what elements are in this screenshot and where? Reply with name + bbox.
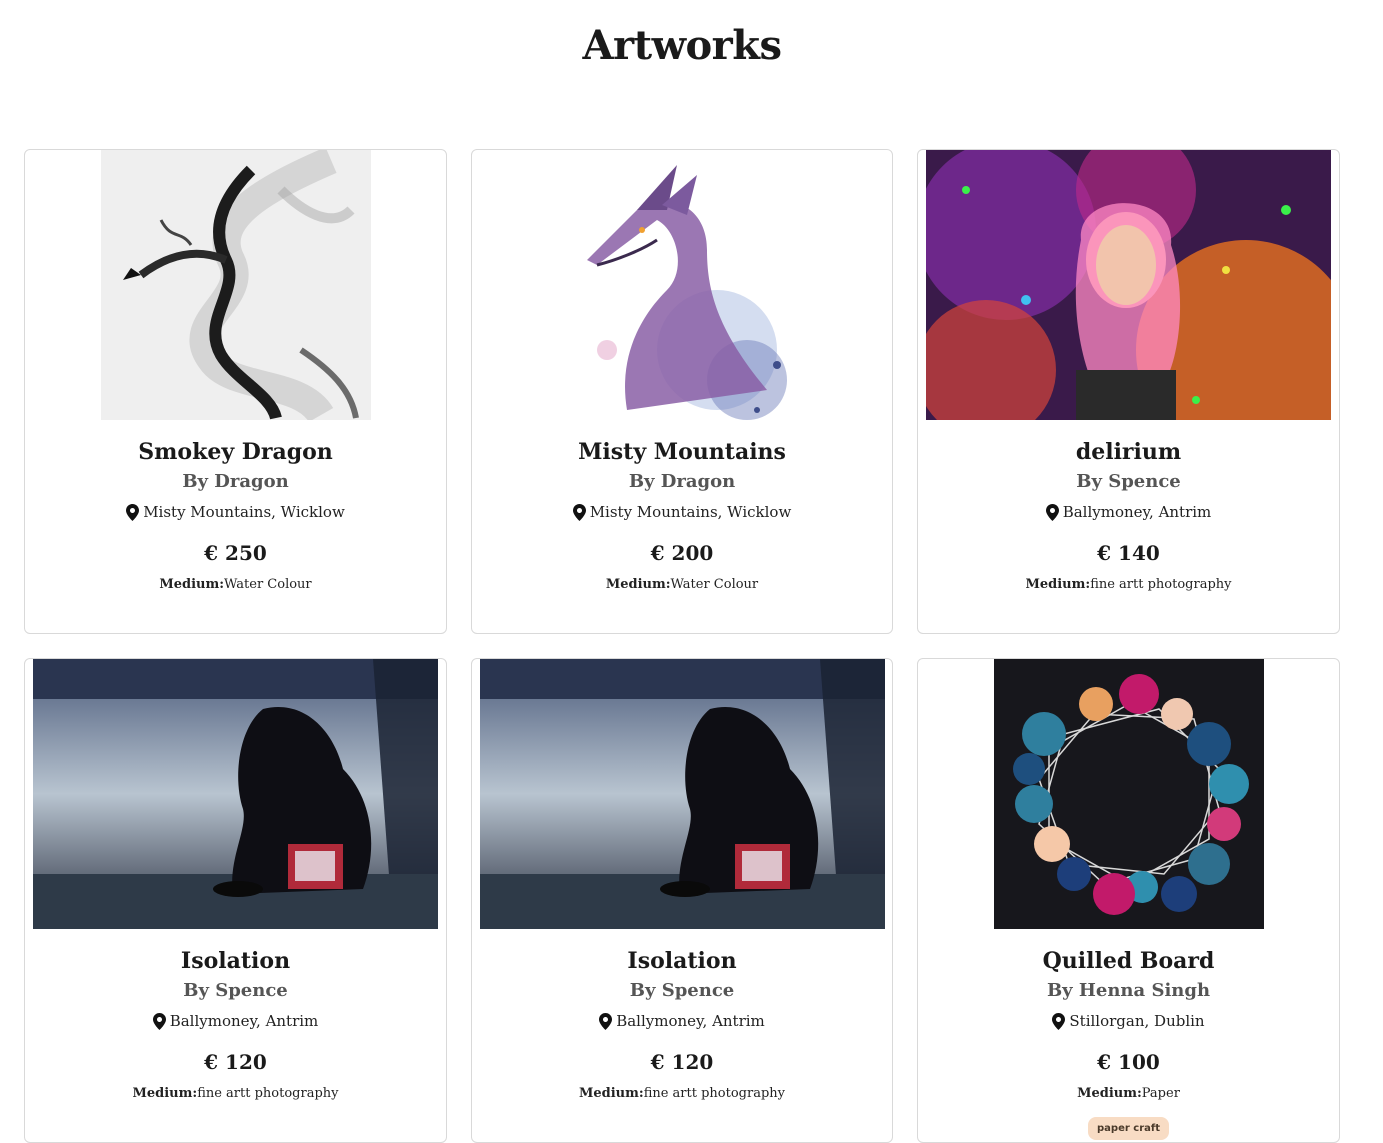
- artwork-price: € 250: [204, 541, 267, 565]
- artwork-medium: Medium:Water Colour: [472, 576, 892, 594]
- artwork-title[interactable]: Isolation: [472, 947, 892, 975]
- medium-label: Medium:: [578, 1086, 644, 1101]
- artwork-medium: Medium:fine artt photography: [918, 576, 1339, 594]
- location-pin-icon: [1045, 503, 1059, 521]
- page-title: Artworks: [582, 22, 782, 69]
- location-text: Ballymoney, Antrim: [616, 1012, 765, 1030]
- medium-value: Paper: [1141, 1086, 1180, 1101]
- artwork-artist: By Spence: [183, 980, 288, 1001]
- location-pin-icon: [126, 503, 140, 521]
- artwork-card[interactable]: Quilled Board By Henna Singh Stillorgan,…: [917, 658, 1340, 1143]
- location-text: Ballymoney, Antrim: [1062, 503, 1212, 521]
- location-pin-icon: [1052, 1012, 1066, 1030]
- location-text: Misty Mountains, Wicklow: [143, 503, 345, 521]
- medium-label: Medium:: [159, 577, 225, 592]
- tag-badge[interactable]: paper craft: [1088, 1117, 1169, 1140]
- artwork-location: Ballymoney, Antrim: [918, 502, 1339, 522]
- psychedelic-portrait-image[interactable]: [926, 150, 1331, 420]
- artwork-card[interactable]: Isolation By Spence Ballymoney, Antrim €…: [24, 658, 447, 1143]
- artwork-artist: By Dragon: [182, 471, 289, 492]
- medium-value: fine artt photography: [1090, 577, 1232, 592]
- artworks-grid: Smokey Dragon By Dragon Misty Mountains,…: [24, 149, 1340, 1143]
- medium-label: Medium:: [1077, 1086, 1142, 1101]
- artwork-location: Ballymoney, Antrim: [25, 1011, 446, 1031]
- location-text: Misty Mountains, Wicklow: [589, 503, 792, 521]
- watercolor-dragon-image[interactable]: [547, 150, 817, 420]
- artwork-title[interactable]: delirium: [918, 438, 1339, 466]
- artwork-title[interactable]: Isolation: [25, 947, 446, 975]
- location-pin-icon: [152, 1012, 166, 1030]
- medium-label: Medium:: [132, 1086, 198, 1101]
- location-text: Stillorgan, Dublin: [1069, 1012, 1205, 1030]
- artwork-price: € 200: [650, 541, 714, 565]
- artwork-price: € 120: [204, 1050, 267, 1074]
- artwork-artist: By Dragon: [628, 471, 736, 492]
- location-pin-icon: [599, 1012, 613, 1030]
- artwork-card[interactable]: Isolation By Spence Ballymoney, Antrim €…: [471, 658, 893, 1143]
- smoke-dragon-image[interactable]: [100, 150, 371, 420]
- medium-value: Water Colour: [670, 577, 759, 592]
- artwork-artist: By Spence: [1076, 471, 1181, 492]
- quilled-flowers-image[interactable]: [993, 659, 1264, 929]
- medium-value: fine artt photography: [643, 1086, 785, 1101]
- location-pin-icon: [572, 503, 586, 521]
- artwork-location: Misty Mountains, Wicklow: [472, 502, 892, 522]
- medium-value: Water Colour: [224, 577, 312, 592]
- artwork-location: Ballymoney, Antrim: [472, 1011, 892, 1031]
- artwork-card[interactable]: Smokey Dragon By Dragon Misty Mountains,…: [24, 149, 447, 634]
- medium-value: fine artt photography: [197, 1086, 339, 1101]
- hooded-figure-photo[interactable]: [479, 659, 885, 929]
- artwork-medium: Medium:Water Colour: [25, 576, 446, 594]
- artwork-location: Stillorgan, Dublin: [918, 1011, 1339, 1031]
- artwork-card[interactable]: delirium By Spence Ballymoney, Antrim € …: [917, 149, 1340, 634]
- artwork-title[interactable]: Quilled Board: [918, 947, 1339, 975]
- artwork-price: € 100: [1097, 1050, 1160, 1074]
- medium-label: Medium:: [605, 577, 671, 592]
- artwork-location: Misty Mountains, Wicklow: [25, 502, 446, 522]
- artwork-price: € 120: [650, 1050, 714, 1074]
- medium-label: Medium:: [1025, 577, 1091, 592]
- artwork-artist: By Henna Singh: [1046, 980, 1211, 1001]
- location-text: Ballymoney, Antrim: [169, 1012, 319, 1030]
- artwork-title[interactable]: Misty Mountains: [472, 438, 892, 466]
- artwork-medium: Medium:fine artt photography: [472, 1085, 892, 1103]
- artwork-artist: By Spence: [629, 980, 735, 1001]
- hooded-figure-photo[interactable]: [33, 659, 438, 929]
- artwork-medium: Medium:fine artt photography: [25, 1085, 446, 1103]
- artwork-price: € 140: [1097, 541, 1160, 565]
- artwork-card[interactable]: Misty Mountains By Dragon Misty Mountain…: [471, 149, 893, 634]
- artwork-medium: Medium:Paper: [918, 1085, 1339, 1103]
- artwork-title[interactable]: Smokey Dragon: [25, 438, 446, 466]
